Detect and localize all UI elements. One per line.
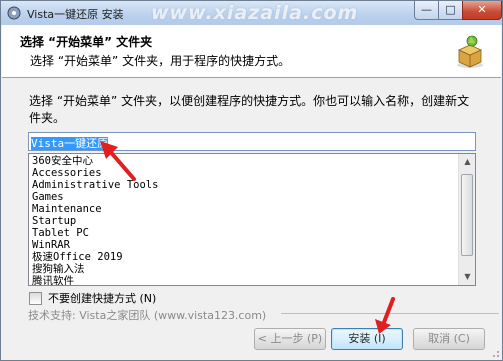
page-subtitle: 选择 “开始菜单” 文件夹，用于程序的快捷方式。 — [30, 54, 291, 68]
installer-window: Vista一键还原 安装 www.xiazaila.com — □ ✕ 选择 “… — [0, 0, 503, 361]
start-menu-folder-list[interactable]: 360安全中心 Accessories Administrative Tools Ga… — [28, 153, 476, 286]
list-scrollbar[interactable]: ▲ ▼ — [458, 154, 475, 285]
watermark-text: www.xiazaila.com — [151, 2, 359, 24]
folder-list-item[interactable]: Games — [29, 191, 475, 203]
no-shortcut-label[interactable]: 不要创建快捷方式 (N) — [48, 290, 156, 306]
install-button[interactable]: 安装 (I) — [331, 328, 403, 350]
window-title: Vista一键还原 安装 — [27, 8, 124, 21]
folder-list-item[interactable]: 360安全中心 — [29, 155, 475, 167]
back-button[interactable]: < 上一步 (P) — [254, 328, 326, 350]
folder-list-item[interactable]: Startup — [29, 215, 475, 227]
start-menu-folder-input[interactable]: Vista一键还原 — [28, 132, 476, 151]
installer-box-icon — [457, 35, 483, 68]
footer-divider — [281, 313, 499, 314]
folder-list-item[interactable]: Tablet PC — [29, 227, 475, 239]
no-shortcut-checkbox[interactable] — [29, 291, 42, 305]
folder-list-item[interactable]: 极速Office 2019 — [29, 251, 475, 263]
minimize-button[interactable]: — — [414, 1, 439, 20]
title-bar[interactable]: Vista一键还原 安装 www.xiazaila.com — □ ✕ — [1, 1, 502, 25]
folder-list-item[interactable]: Administrative Tools — [29, 179, 475, 191]
no-shortcut-option[interactable]: 不要创建快捷方式 (N) — [29, 291, 156, 305]
brand-text: 技术支持: Vista之家团队 (www.vista123.com) — [28, 309, 267, 322]
page-title: 选择 “开始菜单” 文件夹 — [20, 35, 153, 49]
wizard-header: 选择 “开始菜单” 文件夹 选择 “开始菜单” 文件夹，用于程序的快捷方式。 — [2, 25, 501, 78]
app-icon — [7, 6, 21, 20]
folder-list-item[interactable]: WinRAR — [29, 239, 475, 251]
folder-list-item[interactable]: Maintenance — [29, 203, 475, 215]
scroll-thumb[interactable] — [461, 174, 473, 256]
folder-list-item[interactable]: Accessories — [29, 167, 475, 179]
close-button[interactable]: ✕ — [462, 1, 502, 20]
scroll-up-arrow-icon[interactable]: ▲ — [460, 154, 475, 170]
folder-input-value: Vista一键还原 — [31, 137, 109, 150]
folder-list-item[interactable]: 搜狗输入法 — [29, 263, 475, 275]
resize-grip-icon[interactable] — [490, 348, 500, 358]
folder-list-item[interactable]: 腾讯软件 — [29, 275, 475, 285]
maximize-button[interactable]: □ — [438, 1, 463, 20]
folder-items: 360安全中心 Accessories Administrative Tools Ga… — [29, 155, 475, 285]
instruction-text: 选择 “开始菜单” 文件夹，以便创建程序的快捷方式。你也可以输入名称，创建新文件… — [29, 94, 470, 125]
cancel-button[interactable]: 取消 (C) — [413, 328, 485, 350]
scroll-down-arrow-icon[interactable]: ▼ — [460, 269, 475, 285]
